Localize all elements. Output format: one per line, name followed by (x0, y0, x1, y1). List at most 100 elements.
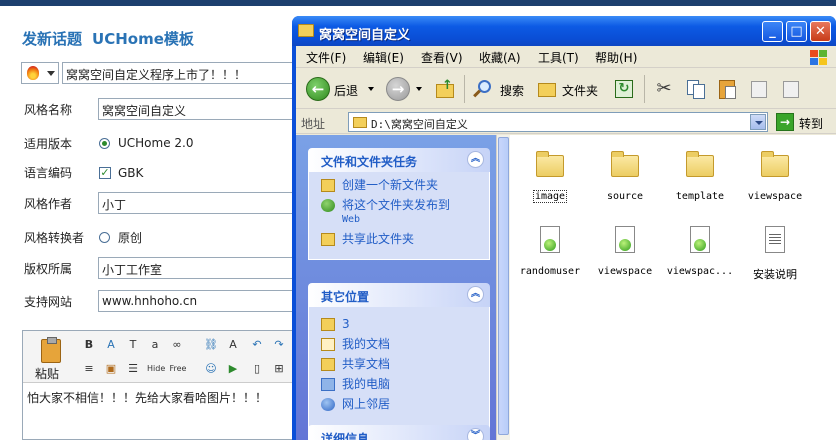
folders-label[interactable]: 文件夹 (562, 82, 598, 99)
search-label[interactable]: 搜索 (500, 82, 524, 99)
address-value[interactable]: D:\窝窝空间自定义 (371, 116, 468, 132)
code-icon[interactable]: ⊞ (271, 361, 287, 377)
font-color-icon[interactable]: A (103, 337, 119, 353)
task-share-folder[interactable]: 共享此文件夹 (321, 232, 481, 248)
task-pane: 文件和文件夹任务 ︽ 创建一个新文件夹 将这个文件夹发布到 Web 共享此文件夹… (296, 135, 510, 440)
unlink-icon[interactable]: ⛓ (203, 337, 219, 353)
align-left-icon[interactable]: ≡ (81, 361, 97, 377)
font-size-icon[interactable]: T (125, 337, 141, 353)
image-icon[interactable]: ▣ (103, 361, 119, 377)
back-arrow-icon[interactable]: ← (306, 77, 330, 101)
up-folder-icon[interactable]: ↑ (434, 78, 458, 100)
menu-edit[interactable]: 编辑(E) (363, 49, 404, 66)
place-network[interactable]: 网上邻居 (321, 397, 481, 413)
other-places-header[interactable]: 其它位置 ︽ (308, 283, 490, 307)
file-item[interactable]: viewspace (585, 222, 665, 288)
clear-format-icon[interactable]: A (225, 337, 241, 353)
expand-icon[interactable]: ︾ (467, 428, 484, 440)
copy-to-icon[interactable] (780, 78, 804, 100)
website-label: 支持网站 (24, 295, 73, 309)
website-input[interactable]: www.hnhoho.cn (98, 290, 302, 312)
converter-radio[interactable] (99, 232, 110, 243)
cut-icon[interactable]: ✂ (652, 78, 676, 100)
copyright-input[interactable]: 小丁工作室 (98, 257, 302, 279)
undo-icon[interactable]: ↶ (249, 337, 265, 353)
editor-content[interactable]: 怕大家不相信！！！先给大家看哈图片！！！ (27, 389, 267, 406)
chevron-down-icon[interactable] (750, 114, 766, 130)
task-new-folder[interactable]: 创建一个新文件夹 (321, 178, 481, 194)
file-item[interactable]: image (510, 147, 590, 213)
maximize-button[interactable]: □ (786, 21, 807, 42)
page-icon[interactable]: ▯ (249, 361, 265, 377)
link-icon[interactable]: ∞ (169, 337, 185, 353)
refresh-icon[interactable]: ↻ (612, 78, 636, 100)
menu-favorites[interactable]: 收藏(A) (479, 49, 521, 66)
bold-icon[interactable]: B (81, 337, 97, 353)
window-titlebar[interactable]: 窝窝空间自定义 _ □ ✕ (292, 16, 836, 46)
file-tasks-panel: 文件和文件夹任务 ︽ 创建一个新文件夹 将这个文件夹发布到 Web 共享此文件夹 (308, 148, 490, 260)
author-input[interactable]: 小丁 (98, 192, 302, 214)
file-item[interactable]: template (660, 147, 740, 213)
list-icon[interactable]: ☰ (125, 361, 141, 377)
file-item[interactable]: viewspac... (660, 222, 740, 288)
folder-icon (684, 149, 716, 181)
free-icon[interactable]: Free (169, 361, 187, 377)
place-folder-3[interactable]: 3 (321, 317, 481, 333)
place-my-documents[interactable]: 我的文档 (321, 337, 481, 353)
post-icon-select[interactable] (21, 62, 59, 84)
menu-tools[interactable]: 工具(T) (538, 49, 579, 66)
copyright-label: 版权所属 (24, 262, 73, 276)
folders-icon[interactable] (536, 78, 560, 100)
place-my-computer[interactable]: 我的电脑 (321, 377, 481, 393)
redo-icon[interactable]: ↷ (271, 337, 287, 353)
task-publish-web[interactable]: 将这个文件夹发布到 Web (321, 198, 481, 228)
style-name-input[interactable]: 窝窝空间自定义 (98, 98, 302, 120)
menu-help[interactable]: 帮助(H) (595, 49, 637, 66)
subject-input[interactable]: 窝窝空间自定义程序上市了！！！ (62, 62, 302, 84)
font-icon[interactable]: a (147, 337, 163, 353)
place-shared-documents[interactable]: 共享文档 (321, 357, 481, 373)
collapse-icon[interactable]: ︽ (467, 151, 484, 168)
collapse-icon[interactable]: ︽ (467, 286, 484, 303)
menu-file[interactable]: 文件(F) (306, 49, 346, 66)
back-label[interactable]: 后退 (334, 82, 358, 99)
rich-text-editor[interactable]: 粘贴 B A T a ∞ ⛓ A ↶ ↷ ≡ ▣ ☰ Hide Free ☺ ▶… (22, 330, 312, 440)
back-dropdown-icon[interactable] (368, 87, 374, 91)
file-tasks-header[interactable]: 文件和文件夹任务 ︽ (308, 148, 490, 172)
forward-dropdown-icon[interactable] (416, 87, 422, 91)
author-label: 风格作者 (24, 197, 73, 211)
close-button[interactable]: ✕ (810, 21, 831, 42)
other-places-body: 3 我的文档 共享文档 我的电脑 网上邻居 (308, 307, 490, 433)
details-header[interactable]: 详细信息 ︾ (308, 425, 490, 440)
paste-button[interactable]: 粘贴 (31, 337, 71, 381)
menu-view[interactable]: 查看(V) (421, 49, 463, 66)
copy-icon[interactable] (684, 78, 708, 100)
search-icon[interactable] (472, 78, 496, 100)
folder-icon (534, 149, 566, 181)
scrollbar-thumb[interactable] (498, 137, 509, 435)
emoticon-icon[interactable]: ☺ (203, 361, 219, 377)
file-item[interactable]: 安装说明 (735, 222, 815, 288)
move-to-icon[interactable] (748, 78, 772, 100)
clipboard-icon (41, 337, 61, 363)
address-input[interactable]: D:\窝窝空间自定义 (348, 112, 768, 132)
task-pane-scrollbar[interactable] (496, 135, 510, 440)
window-title: 窝窝空间自定义 (319, 28, 411, 43)
go-button[interactable]: 转到 (799, 115, 823, 132)
details-panel: 详细信息 ︾ (308, 425, 490, 440)
go-arrow-icon[interactable]: → (776, 113, 794, 131)
version-radio[interactable] (99, 138, 110, 149)
forward-arrow-icon[interactable]: → (386, 77, 410, 101)
file-item[interactable]: source (585, 147, 665, 213)
file-item[interactable]: viewspace (735, 147, 815, 213)
media-icon[interactable]: ▶ (225, 361, 241, 377)
converter-label: 风格转换者 (24, 231, 85, 245)
file-name: image (532, 190, 568, 203)
hide-icon[interactable]: Hide (147, 361, 165, 377)
file-tasks-title: 文件和文件夹任务 (321, 155, 418, 169)
paste-icon[interactable] (716, 78, 740, 100)
file-list-view[interactable]: image source template viewspace randomus… (510, 135, 836, 440)
file-item[interactable]: randomuser (510, 222, 590, 288)
minimize-button[interactable]: _ (762, 21, 783, 42)
encoding-checkbox[interactable]: ✓ (99, 167, 111, 179)
